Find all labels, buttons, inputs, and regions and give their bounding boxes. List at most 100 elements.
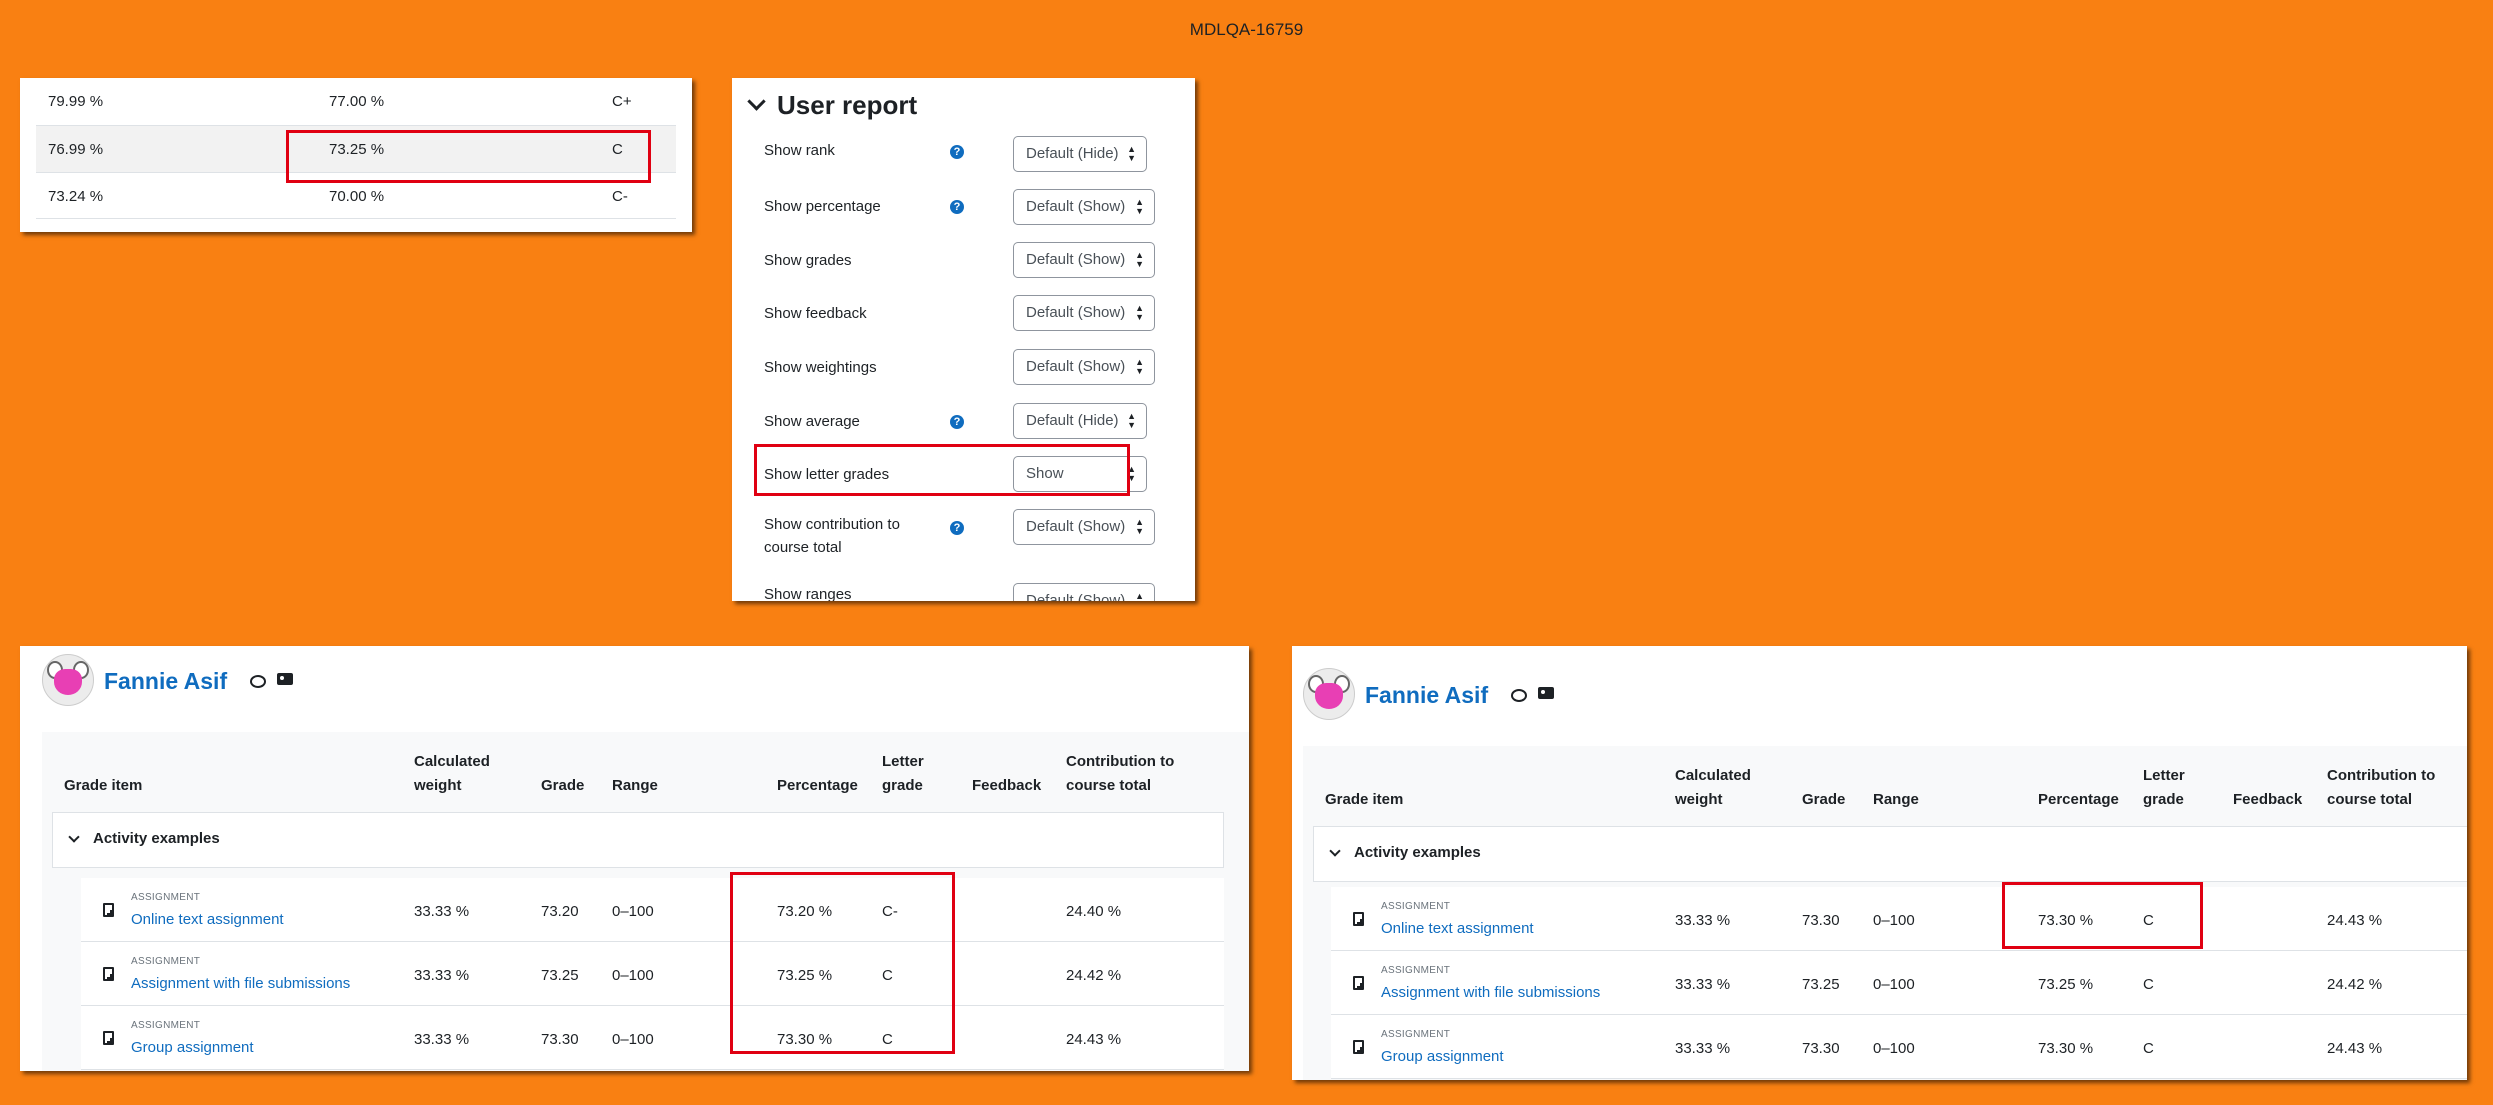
item-link[interactable]: Assignment with file submissions xyxy=(131,975,350,992)
item-link[interactable]: Group assignment xyxy=(1381,1048,1504,1065)
message-icon[interactable] xyxy=(250,675,266,688)
col-grade: Grade xyxy=(541,777,585,794)
letter-min: 70.00 % xyxy=(329,188,385,205)
table-row: ASSIGNMENT Group assignment 33.33 % 73.3… xyxy=(1331,1015,2467,1079)
item-link[interactable]: Assignment with file submissions xyxy=(1381,984,1600,1001)
avatar xyxy=(42,654,94,706)
profile-card-icon[interactable] xyxy=(1538,687,1554,699)
select-value: Default (Show) xyxy=(1026,198,1126,215)
message-icon[interactable] xyxy=(1511,689,1527,702)
contribution-cell: 24.43 % xyxy=(2327,912,2383,929)
category-row[interactable]: Activity examples xyxy=(1313,826,2467,882)
show-weightings-select[interactable]: Default (Show) ▲ ▼ xyxy=(1013,349,1155,385)
show-rank-select[interactable]: Default (Hide) ▲ ▼ xyxy=(1013,136,1147,172)
table-row: ASSIGNMENT Assignment with file submissi… xyxy=(81,942,1224,1006)
table-row: 73.24 % 70.00 % C- xyxy=(36,172,676,220)
select-arrows-icon: ▲▼ xyxy=(1135,591,1144,602)
assignment-icon xyxy=(1353,1040,1364,1054)
show-feedback-select[interactable]: Default (Show) ▲ ▼ xyxy=(1013,295,1155,331)
table-row: 79.99 % 77.00 % C+ xyxy=(36,78,676,125)
table-bottom-border xyxy=(36,218,676,220)
item-type: ASSIGNMENT xyxy=(131,892,201,903)
letter-max: 76.99 % xyxy=(48,141,104,158)
weight-cell: 33.33 % xyxy=(414,903,470,920)
ticket-title: MDLQA-16759 xyxy=(1189,20,1304,39)
select-arrows-icon: ▲▼ xyxy=(1127,411,1136,430)
user-name-link[interactable]: Fannie Asif xyxy=(1365,682,1488,709)
item-type: ASSIGNMENT xyxy=(1381,1029,1451,1040)
item-type: ASSIGNMENT xyxy=(1381,901,1451,912)
contribution-cell: 24.42 % xyxy=(2327,976,2383,993)
col-grade-item: Grade item xyxy=(1325,791,1404,808)
percentage-cell: 73.25 % xyxy=(2038,976,2094,993)
col-range: Range xyxy=(1873,791,1919,808)
range-cell: 0–100 xyxy=(612,967,654,984)
table-row: ASSIGNMENT Group assignment 33.33 % 73.3… xyxy=(81,1006,1224,1070)
settings-heading-text: User report xyxy=(777,90,918,120)
grade-cell: 73.25 xyxy=(1802,976,1840,993)
help-icon[interactable]: ? xyxy=(950,521,964,535)
col-letter: Letter grade xyxy=(2143,767,2185,808)
category-label: Activity examples xyxy=(93,830,220,847)
letter-cell: C xyxy=(2143,912,2154,929)
item-link[interactable]: Online text assignment xyxy=(131,911,284,928)
range-cell: 0–100 xyxy=(1873,912,1915,929)
assignment-icon xyxy=(103,1031,114,1045)
range-cell: 0–100 xyxy=(1873,1040,1915,1057)
col-range: Range xyxy=(612,777,658,794)
weight-cell: 33.33 % xyxy=(1675,1040,1731,1057)
setting-label: Show grades xyxy=(764,252,852,269)
show-ranges-select[interactable]: Default (Show) ▲▼ xyxy=(1013,583,1155,601)
show-average-select[interactable]: Default (Hide) ▲ ▼ xyxy=(1013,403,1147,439)
setting-label: Show contribution to course total xyxy=(764,516,900,556)
letter-cell: C- xyxy=(882,903,898,920)
user-report-panel-before: Fannie Asif Grade item Calculated weight… xyxy=(20,646,1249,1071)
chevron-down-icon xyxy=(1329,845,1341,857)
show-percentage-select[interactable]: Default (Show) ▲ ▼ xyxy=(1013,189,1155,225)
select-arrows-icon: ▲▼ xyxy=(1127,144,1136,163)
settings-heading[interactable]: User report xyxy=(747,90,918,121)
item-type: ASSIGNMENT xyxy=(131,956,201,967)
grade-letters-panel: 79.99 % 77.00 % C+ 76.99 % 73.25 % C 73.… xyxy=(20,78,692,232)
col-feedback: Feedback xyxy=(2233,791,2303,808)
item-link[interactable]: Online text assignment xyxy=(1381,920,1534,937)
category-row[interactable]: Activity examples xyxy=(52,812,1224,868)
col-grade: Grade xyxy=(1802,791,1846,808)
setting-label: Show percentage xyxy=(764,198,881,215)
profile-card-icon[interactable] xyxy=(277,673,293,685)
col-feedback: Feedback xyxy=(972,777,1042,794)
letter-cell: C xyxy=(882,967,893,984)
setting-label: Show ranges xyxy=(764,586,852,601)
help-icon[interactable]: ? xyxy=(950,415,964,429)
select-arrows-icon: ▲▼ xyxy=(1135,250,1144,269)
table-row: ASSIGNMENT Online text assignment 33.33 … xyxy=(81,878,1224,942)
select-arrows-icon: ▲▼ xyxy=(1135,197,1144,216)
show-letter-grades-select[interactable]: Show ▲ ▼ xyxy=(1013,456,1147,492)
grade-cell: 73.25 xyxy=(541,967,579,984)
select-arrows-icon: ▲▼ xyxy=(1135,357,1144,376)
col-letter: Letter grade xyxy=(882,753,924,794)
percentage-cell: 73.30 % xyxy=(2038,912,2094,929)
chevron-down-icon xyxy=(68,831,80,843)
select-value: Default (Show) xyxy=(1026,304,1126,321)
user-name-link[interactable]: Fannie Asif xyxy=(104,668,227,695)
show-grades-select[interactable]: Default (Show) ▲ ▼ xyxy=(1013,242,1155,278)
assignment-icon xyxy=(103,903,114,917)
col-percentage: Percentage xyxy=(777,777,858,794)
select-value: Default (Hide) xyxy=(1026,145,1119,162)
show-contribution-select[interactable]: Default (Show) ▲ ▼ xyxy=(1013,509,1155,545)
help-icon[interactable]: ? xyxy=(950,145,964,159)
weight-cell: 33.33 % xyxy=(1675,912,1731,929)
select-arrows-icon: ▲▼ xyxy=(1127,464,1136,483)
grade-cell: 73.30 xyxy=(541,1031,579,1048)
grade-cell: 73.30 xyxy=(1802,1040,1840,1057)
setting-label: Show weightings xyxy=(764,359,877,376)
letter-max: 73.24 % xyxy=(48,188,104,205)
item-link[interactable]: Group assignment xyxy=(131,1039,254,1056)
letter-cell: C xyxy=(882,1031,893,1048)
select-value: Default (Hide) xyxy=(1026,412,1119,429)
letter-grade: C- xyxy=(612,188,628,205)
help-icon[interactable]: ? xyxy=(950,200,964,214)
range-cell: 0–100 xyxy=(1873,976,1915,993)
select-value: Default (Show) xyxy=(1026,518,1126,535)
